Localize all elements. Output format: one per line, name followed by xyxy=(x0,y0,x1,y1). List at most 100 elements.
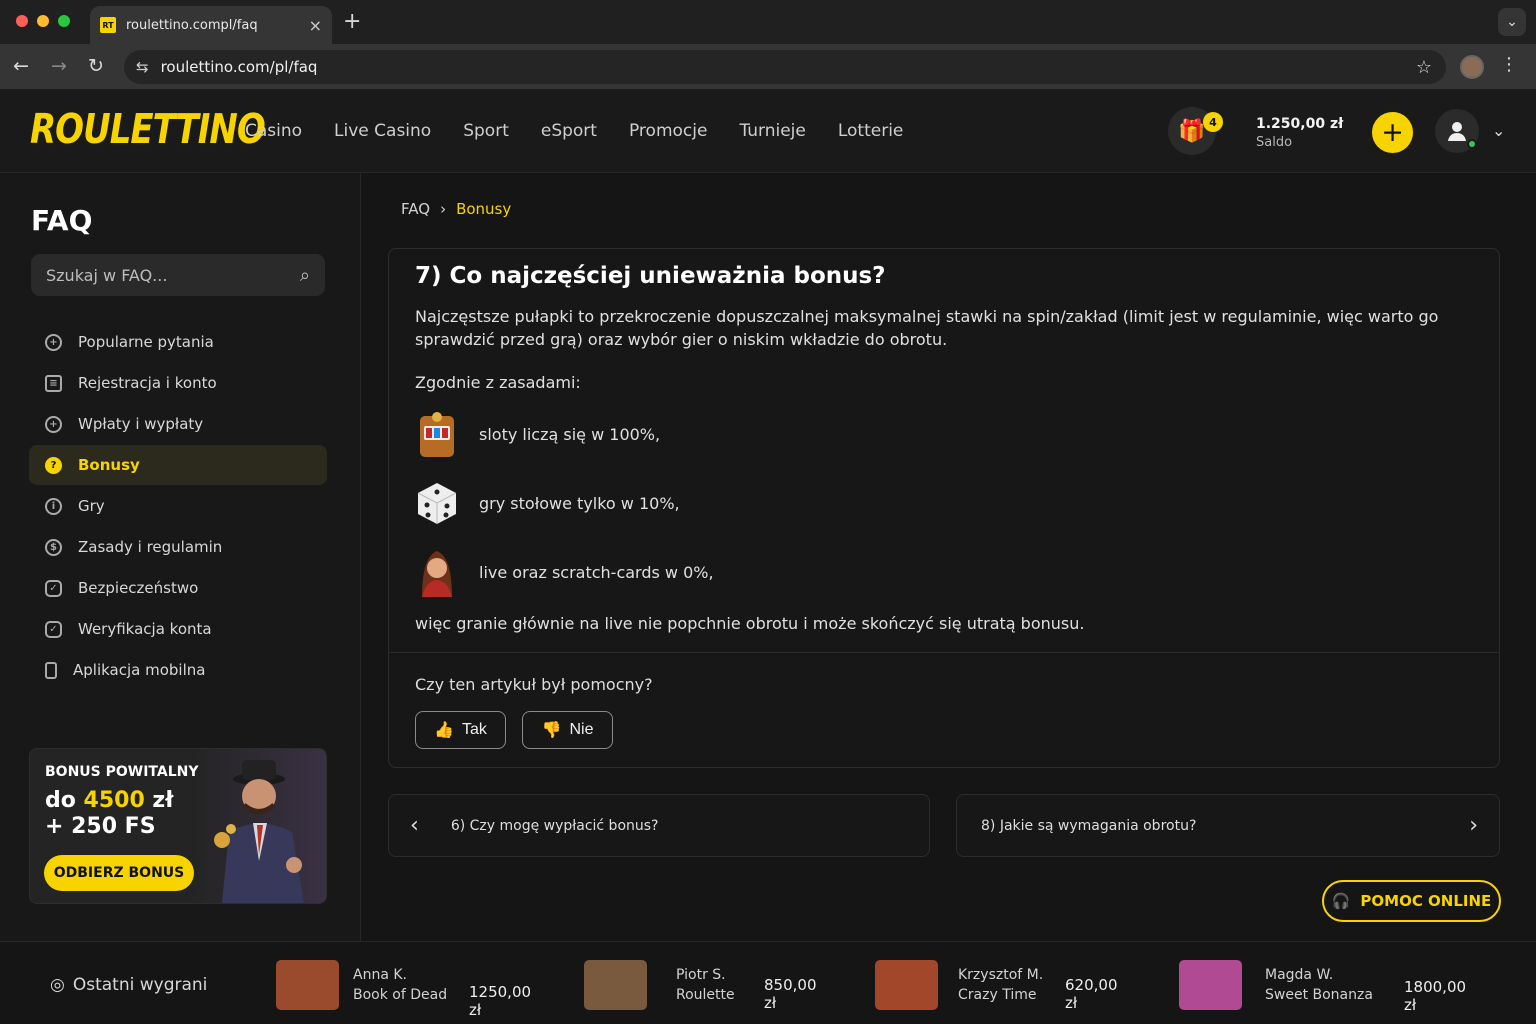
site-settings-icon[interactable]: ⇆ xyxy=(136,58,149,76)
rule-text: live oraz scratch-cards w 0%, xyxy=(479,562,714,582)
sidebar-item-popular[interactable]: + Popularne pytania xyxy=(29,322,327,362)
nav-casino[interactable]: Casino xyxy=(245,121,302,141)
forward-icon[interactable]: → xyxy=(51,55,67,77)
browser-menu-icon[interactable]: ⋮ xyxy=(1500,54,1518,75)
winner-item[interactable]: Magda W. Sweet Bonanza 1800,00 zł xyxy=(1179,960,1466,1014)
rules-icon: $ xyxy=(45,538,62,556)
info-icon: i xyxy=(45,497,62,515)
sidebar-item-payments[interactable]: + Wpłaty i wypłaty xyxy=(29,404,327,444)
article-title: 7) Co najczęściej unieważnia bonus? xyxy=(415,263,886,289)
shield-icon: ✓ xyxy=(45,579,62,597)
chevron-down-icon[interactable]: ⌄ xyxy=(1492,121,1505,140)
helpful-yes-button[interactable]: 👍 Tak xyxy=(415,711,506,749)
minimize-window-button[interactable] xyxy=(37,15,49,27)
sidebar-item-games[interactable]: i Gry xyxy=(29,486,327,526)
close-window-button[interactable] xyxy=(16,15,28,27)
deposit-button[interactable]: + xyxy=(1372,112,1413,153)
sidebar-item-bonuses[interactable]: ? Bonusy xyxy=(29,445,327,485)
winner-game: Crazy Time xyxy=(958,987,1037,1003)
helpful-no-button[interactable]: 👎 Nie xyxy=(522,711,613,749)
faq-search-input[interactable]: Szukaj w FAQ... ⌕ xyxy=(31,254,325,296)
reload-icon[interactable]: ↻ xyxy=(88,55,104,77)
claim-bonus-button[interactable]: ODBIERZ BONUS xyxy=(44,855,194,891)
browser-tab[interactable]: RT roulettino.compl/faq × xyxy=(90,6,332,44)
yes-label: Tak xyxy=(462,721,487,738)
winner-item[interactable]: Krzysztof M. Crazy Time 620,00 zł xyxy=(875,960,1118,1012)
browser-profile-avatar[interactable] xyxy=(1460,55,1484,79)
url-text: roulettino.com/pl/faq xyxy=(160,58,318,76)
rule-text: gry stołowe tylko w 10%, xyxy=(479,493,680,513)
user-avatar-button[interactable] xyxy=(1435,109,1479,153)
winner-game: Sweet Bonanza xyxy=(1265,987,1373,1003)
previous-question-label: 6) Czy mogę wypłacić bonus? xyxy=(450,817,659,834)
recent-winners-heading: ◎ Ostatni wygrani xyxy=(50,975,207,995)
sidebar-item-rules[interactable]: $ Zasady i regulamin xyxy=(29,527,327,567)
browser-toolbar: ← → ↻ ⇆ roulettino.com/pl/faq ☆ ⋮ xyxy=(0,44,1536,90)
slot-machine-icon xyxy=(415,409,459,459)
previous-question-link[interactable]: ‹ 6) Czy mogę wypłacić bonus? xyxy=(388,794,930,857)
headset-icon: 🎧 xyxy=(1331,892,1351,910)
winner-item[interactable]: Anna K. Book of Dead 1250,00 zł xyxy=(276,960,531,1019)
search-placeholder: Szukaj w FAQ... xyxy=(46,265,168,285)
dice-icon xyxy=(415,478,459,528)
star-icon: + xyxy=(45,333,62,351)
favicon-icon: RT xyxy=(100,17,116,33)
online-status-dot xyxy=(1467,139,1477,149)
bookmark-star-icon[interactable]: ☆ xyxy=(1416,57,1432,78)
winner-item[interactable]: Piotr S. Roulette 850,00 zł xyxy=(584,960,817,1012)
rule-text: sloty liczą się w 100%, xyxy=(479,424,661,444)
address-bar[interactable]: ⇆ roulettino.com/pl/faq ☆ xyxy=(124,50,1446,84)
article-paragraph: Najczęstsze pułapki to przekroczenie dop… xyxy=(415,307,1439,349)
sidebar-item-mobile-app[interactable]: Aplikacja mobilna xyxy=(29,650,327,690)
live-dealer-icon xyxy=(415,547,459,597)
sidebar-item-label: Wpłaty i wypłaty xyxy=(78,415,204,433)
sidebar-item-security[interactable]: ✓ Bezpieczeństwo xyxy=(29,568,327,608)
next-question-link[interactable]: 8) Jakie są wymagania obrotu? › xyxy=(956,794,1500,857)
online-support-button[interactable]: 🎧 POMOC ONLINE xyxy=(1322,880,1501,922)
nav-live-casino[interactable]: Live Casino xyxy=(334,121,431,141)
zoom-window-button[interactable] xyxy=(58,15,70,27)
sidebar-item-label: Rejestracja i konto xyxy=(78,374,217,392)
site-header: ROULETTINO Casino Live Casino Sport eSpo… xyxy=(0,90,1536,173)
sidebar-item-label: Bezpieczeństwo xyxy=(78,579,199,597)
balance-amount: 1.250,00 zł xyxy=(1256,116,1344,132)
tab-title: roulettino.compl/faq xyxy=(126,17,258,33)
next-question-label: 8) Jakie są wymagania obrotu? xyxy=(981,817,1197,834)
nav-sport[interactable]: Sport xyxy=(463,121,509,141)
breadcrumb-current: Bonusy xyxy=(456,200,512,218)
main-navigation: Casino Live Casino Sport eSport Promocje… xyxy=(245,121,903,141)
nav-promotions[interactable]: Promocje xyxy=(629,121,707,141)
game-thumbnail xyxy=(1179,960,1242,1010)
site-logo[interactable]: ROULETTINO xyxy=(30,106,266,154)
sidebar-item-verification[interactable]: ✓ Weryfikacja konta xyxy=(29,609,327,649)
tab-search-button[interactable]: ⌄ xyxy=(1498,8,1526,36)
sidebar-item-registration[interactable]: ≡ Rejestracja i konto xyxy=(29,363,327,403)
rule-item: live oraz scratch-cards w 0%, xyxy=(415,547,714,597)
sidebar-item-label: Aplikacja mobilna xyxy=(73,661,206,679)
sidebar-item-label: Bonusy xyxy=(78,456,140,474)
nav-esport[interactable]: eSport xyxy=(541,121,597,141)
winner-name: Piotr S. xyxy=(676,967,726,983)
nav-lotteries[interactable]: Lotterie xyxy=(838,121,904,141)
winner-game: Book of Dead xyxy=(353,987,448,1003)
breadcrumb-root[interactable]: FAQ xyxy=(401,200,430,218)
new-tab-button[interactable]: + xyxy=(343,9,361,34)
faq-article-card: 7) Co najczęściej unieważnia bonus? Najc… xyxy=(388,248,1500,768)
faq-sidebar: FAQ Szukaj w FAQ... ⌕ + Popularne pytania… xyxy=(0,173,361,941)
verified-icon: ✓ xyxy=(45,620,62,638)
nav-tournaments[interactable]: Turnieje xyxy=(739,121,805,141)
promo-amount-prefix: do xyxy=(45,788,84,813)
clipboard-icon: ≡ xyxy=(45,374,62,392)
recent-winners-bar: ◎ Ostatni wygrani Anna K. Book of Dead 125… xyxy=(0,941,1536,1024)
user-icon xyxy=(1448,122,1466,141)
winner-amount: 620,00 zł xyxy=(1065,976,1118,1012)
faq-category-menu: + Popularne pytania ≡ Rejestracja i konto … xyxy=(29,322,327,691)
sidebar-item-label: Weryfikacja konta xyxy=(78,620,212,638)
helpful-question: Czy ten artykuł był pomocny? xyxy=(415,675,653,694)
back-icon[interactable]: ← xyxy=(13,55,29,77)
search-icon[interactable]: ⌕ xyxy=(300,265,310,286)
no-label: Nie xyxy=(569,721,594,738)
promo-amount: do 4500 zł xyxy=(45,788,173,813)
welcome-bonus-banner[interactable]: BONUS POWITALNY do 4500 zł + 250 FS ODBI… xyxy=(29,748,327,904)
close-tab-icon[interactable]: × xyxy=(309,16,322,35)
